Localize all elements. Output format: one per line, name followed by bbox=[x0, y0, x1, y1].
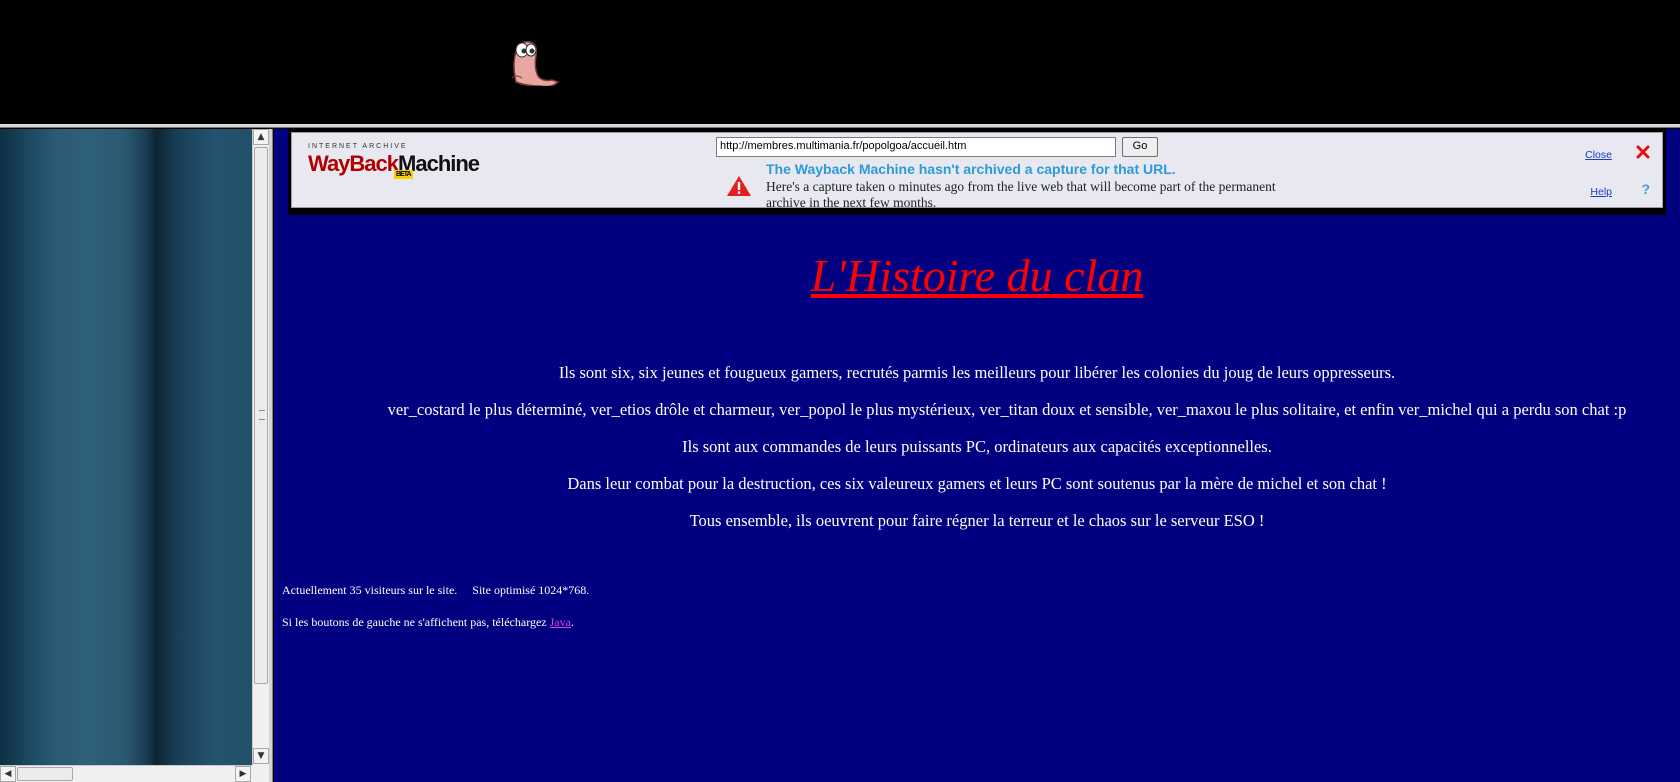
scroll-down-arrow-icon[interactable]: ▼ bbox=[253, 748, 269, 764]
story-paragraph-5: Tous ensemble, ils oeuvrent pour faire r… bbox=[689, 511, 1265, 530]
frame-divider[interactable] bbox=[269, 129, 273, 782]
wayback-url-input[interactable]: http://membres.multimania.fr/popolgoa/ac… bbox=[716, 137, 1116, 157]
left-navigation-frame bbox=[0, 129, 252, 765]
worm-icon bbox=[511, 40, 560, 86]
go-button[interactable]: Go bbox=[1122, 137, 1158, 157]
visitor-counter-line: Actuellement 35 visiteurs sur le site. S… bbox=[282, 583, 589, 598]
horizontal-scrollbar-thumb[interactable] bbox=[17, 767, 73, 781]
warning-icon bbox=[727, 176, 751, 196]
page-title: L'Histoire du clan bbox=[810, 250, 1144, 301]
story-paragraph-3: Ils sont aux commandes de leurs puissant… bbox=[682, 437, 1272, 456]
left-frame-vertical-scrollbar[interactable]: ▲ ▼ bbox=[252, 129, 269, 765]
java-download-link[interactable]: Java bbox=[550, 615, 571, 629]
scrollbar-corner bbox=[252, 765, 269, 782]
story-paragraph-2: ver_costard le plus déterminé, ver_etios… bbox=[387, 400, 1627, 419]
optimized-resolution: Site optimisé 1024*768. bbox=[472, 583, 590, 597]
story-paragraph-4: Dans leur combat pour la destruction, ce… bbox=[567, 474, 1387, 493]
visitor-count: Actuellement 35 visiteurs sur le site. bbox=[282, 583, 458, 597]
main-content-frame: INTERNET ARCHIVE WayBackMachine BETA htt… bbox=[274, 129, 1680, 782]
logo-wayback-text: WayBack bbox=[308, 151, 399, 176]
scrollbar-thumb[interactable] bbox=[254, 147, 268, 684]
internet-archive-label: INTERNET ARCHIVE bbox=[308, 143, 408, 150]
scroll-left-arrow-icon[interactable]: ◀ bbox=[0, 766, 16, 782]
frame-separator[interactable] bbox=[0, 124, 1680, 128]
scroll-right-arrow-icon[interactable]: ▶ bbox=[235, 766, 251, 782]
top-banner-frame bbox=[0, 0, 1680, 125]
help-link[interactable]: Help bbox=[1590, 186, 1612, 198]
left-frame-horizontal-scrollbar[interactable]: ◀ ▶ bbox=[0, 765, 252, 782]
wayback-logo[interactable]: INTERNET ARCHIVE WayBackMachine BETA bbox=[308, 143, 480, 187]
story-paragraph-1: Ils sont six, six jeunes et fougueux gam… bbox=[558, 363, 1396, 382]
scroll-up-arrow-icon[interactable]: ▲ bbox=[253, 129, 269, 145]
help-icon[interactable]: ? bbox=[1641, 181, 1650, 197]
java-notice-text: Si les boutons de gauche ne s'affichent … bbox=[282, 615, 550, 629]
close-icon[interactable] bbox=[1636, 145, 1650, 159]
java-notice-suffix: . bbox=[570, 615, 574, 629]
wayback-headline: The Wayback Machine hasn't archived a ca… bbox=[766, 161, 1176, 177]
close-link[interactable]: Close bbox=[1585, 149, 1612, 161]
beta-badge: BETA bbox=[394, 170, 413, 179]
wayback-toolbar: INTERNET ARCHIVE WayBackMachine BETA htt… bbox=[288, 129, 1666, 215]
java-notice-line: Si les boutons de gauche ne s'affichent … bbox=[282, 615, 574, 630]
wayback-subtext: Here's a capture taken o minutes ago fro… bbox=[766, 179, 1276, 210]
